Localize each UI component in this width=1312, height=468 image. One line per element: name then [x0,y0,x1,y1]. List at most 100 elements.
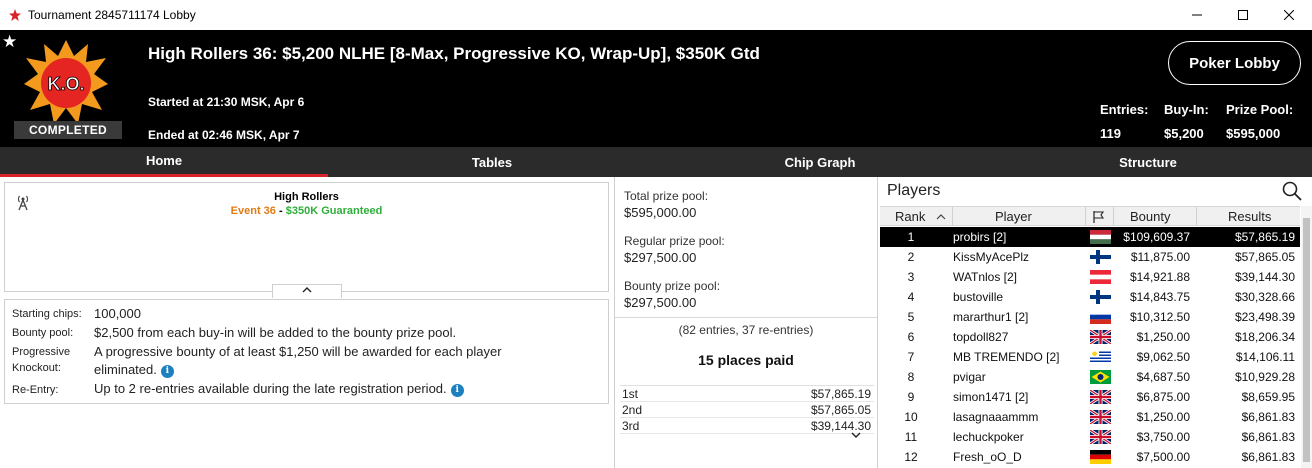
germany-flag-icon [1090,450,1111,464]
player-row[interactable]: 4 bustoville $14,843.75 $30,328.66 [880,287,1300,307]
minimize-icon [1192,14,1202,16]
player-result: $30,328.66 [1234,290,1295,304]
player-row[interactable]: 12 Fresh_oO_D $7,500.00 $6,861.83 [880,447,1300,467]
event-subtitle: Event 36 - $350K Guaranteed [5,205,608,217]
payout-place: 2nd [622,403,643,417]
tab-tables[interactable]: Tables [328,147,656,177]
starting-chips-value: 100,000 [94,306,141,321]
hungary-flag-icon [1090,230,1111,244]
player-result: $6,861.83 [1241,430,1295,444]
tournament-details: Starting chips: 100,000 Bounty pool: $2,… [4,299,609,404]
bounty-prize-label: Bounty prize pool: [624,279,721,293]
player-result: $14,106.11 [1235,350,1295,364]
bounty-pool-value: $2,500 from each buy-in will be added to… [94,325,457,340]
player-name: bustoville [953,290,1004,304]
player-name: lasagnaaammm [953,410,1039,424]
close-button[interactable] [1266,0,1312,30]
player-name: topdoll827 [953,330,1009,344]
status-badge: COMPLETED [14,121,122,139]
player-bounty: $6,875.00 [1136,390,1190,404]
info-icon[interactable]: i [160,365,174,378]
player-rank: 10 [904,410,918,424]
window-titlebar: Tournament 2845711174 Lobby [0,0,1312,30]
col-player[interactable]: Player [995,209,1032,224]
player-row[interactable]: 5 mararthur1 [2] $10,312.50 $23,498.39 [880,307,1300,327]
player-row[interactable]: 1 probirs [2] $109,609.37 $57,865.19 [880,227,1300,247]
poker-lobby-button[interactable]: Poker Lobby [1168,41,1301,85]
players-scrollbar[interactable] [1301,206,1312,468]
reentry-value: Up to 2 re-entries available during the … [94,381,447,396]
regular-prize-label: Regular prize pool: [624,234,725,248]
player-name: KissMyAcePlz [953,250,1030,264]
chevron-down-icon [851,432,861,438]
player-bounty: $10,312.50 [1129,310,1190,324]
entries-note: (82 entries, 37 re-entries) [678,323,814,337]
expand-payouts-button[interactable] [841,431,871,443]
entries-label: Entries: [1100,102,1149,117]
payout-amount: $57,865.05 [810,403,871,417]
player-result: $10,929.28 [1234,370,1295,384]
player-row[interactable]: 10 lasagnaaammm $1,250.00 $6,861.83 [880,407,1300,427]
sort-ascending-icon[interactable] [936,213,946,221]
window-title: Tournament 2845711174 Lobby [28,8,196,22]
favorite-star-icon[interactable]: ★ [2,32,17,52]
tournament-header: ★ K.O. COMPLETED High Rollers 36: $5,200… [0,30,1312,147]
finland-flag-icon [1090,290,1111,304]
player-rank: 2 [907,250,915,264]
player-row[interactable]: 8 pvigar $4,687.50 $10,929.28 [880,367,1300,387]
scrollbar-thumb[interactable] [1303,218,1310,462]
player-rank: 5 [907,310,915,324]
player-name: probirs [2] [953,230,1007,244]
col-rank[interactable]: Rank [895,209,925,224]
player-row[interactable]: 2 KissMyAcePlz $11,875.00 $57,865.05 [880,247,1300,267]
collapse-button[interactable] [272,284,342,298]
tab-bar: Home Tables Chip Graph Structure [0,147,1312,177]
col-bounty[interactable]: Bounty [1130,209,1170,224]
player-bounty: $1,250.00 [1136,330,1190,344]
payout-row: 1st $57,865.19 [620,386,874,402]
player-result: $57,865.05 [1234,250,1295,264]
total-prize-label: Total prize pool: [624,189,709,203]
minimize-button[interactable] [1174,0,1220,30]
players-title: Players [887,182,941,199]
tournament-title: High Rollers 36: $5,200 NLHE [8-Max, Pro… [148,44,760,63]
player-bounty: $14,843.75 [1129,290,1190,304]
player-row[interactable]: 7 MB TREMENDO [2] $9,062.50 $14,106.11 [880,347,1300,367]
player-row[interactable]: 9 simon1471 [2] $6,875.00 $8,659.95 [880,387,1300,407]
regular-prize-value: $297,500.00 [624,250,697,265]
col-results[interactable]: Results [1228,209,1271,224]
tab-structure[interactable]: Structure [984,147,1312,177]
player-row[interactable]: 6 topdoll827 $1,250.00 $18,206.34 [880,327,1300,347]
prize-pool-panel: Total prize pool: $595,000.00 Regular pr… [614,177,878,468]
players-table-body: 1 probirs [2] $109,609.37 $57,865.19 2 KissMy… [880,227,1300,467]
search-icon[interactable] [1282,181,1302,201]
player-bounty: $11,875.00 [1130,250,1190,264]
divider [615,317,877,318]
prizepool-value: $595,000 [1226,126,1281,141]
player-rank: 8 [907,370,915,384]
info-icon[interactable]: i [450,384,464,397]
bounty-pool-label: Bounty pool: [12,327,74,339]
player-rank: 12 [904,450,918,464]
reentry-value-wrap: Up to 2 re-entries available during the … [94,381,464,397]
maximize-icon [1238,10,1248,20]
progressive-label-1: Progressive [12,346,71,358]
player-rank: 3 [907,270,915,284]
progressive-value-2-wrap: eliminated. i [94,362,174,378]
player-result: $23,498.39 [1234,310,1295,324]
knockout-logo: K.O. [24,40,108,124]
player-row[interactable]: 3 WATnlos [2] $14,921.88 $39,144.30 [880,267,1300,287]
event-dash: - [278,205,283,217]
end-time: Ended at 02:46 MSK, Apr 7 [148,128,300,142]
uk-flag-icon [1090,390,1111,404]
payout-place: 1st [622,387,639,401]
tab-home[interactable]: Home [0,147,328,177]
player-result: $18,206.34 [1234,330,1295,344]
player-row[interactable]: 11 lechuckpoker $3,750.00 $6,861.83 [880,427,1300,447]
payout-row: 3rd $39,144.30 [620,418,874,434]
maximize-button[interactable] [1220,0,1266,30]
svg-text:K.O.: K.O. [47,74,84,94]
flag-column-icon[interactable] [1092,210,1106,224]
reentry-label: Re-Entry: [12,384,59,396]
tab-chip-graph[interactable]: Chip Graph [656,147,984,177]
